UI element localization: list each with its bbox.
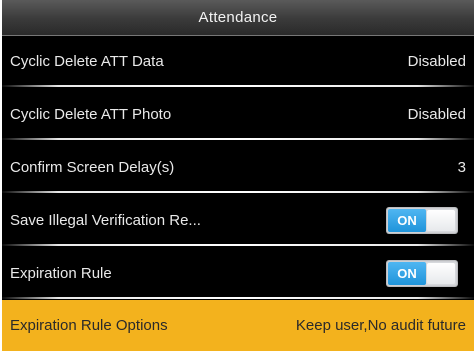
toggle-knob — [427, 209, 455, 231]
page-title: Attendance — [198, 9, 278, 26]
toggle-on-label: ON — [388, 261, 426, 285]
save-illegal-verification-toggle[interactable]: ON — [386, 206, 458, 234]
row-expiration-rule-options[interactable]: Expiration Rule Options Keep user,No aud… — [2, 300, 474, 351]
row-confirm-screen-delay[interactable]: Confirm Screen Delay(s) 3 — [2, 141, 474, 193]
row-cyclic-delete-att-data[interactable]: Cyclic Delete ATT Data Disabled — [2, 35, 474, 87]
row-expiration-rule[interactable]: Expiration Rule ON — [2, 247, 474, 299]
title-bar: Attendance — [2, 0, 474, 36]
row-value: Disabled — [407, 105, 466, 123]
row-save-illegal-verification[interactable]: Save Illegal Verification Re... ON — [2, 194, 474, 246]
row-label: Save Illegal Verification Re... — [10, 211, 201, 229]
row-label: Cyclic Delete ATT Photo — [10, 105, 172, 123]
expiration-rule-toggle[interactable]: ON — [386, 259, 458, 287]
toggle-on-label: ON — [388, 208, 426, 232]
row-label: Expiration Rule — [10, 264, 112, 282]
row-label: Cyclic Delete ATT Data — [10, 52, 164, 70]
row-label: Confirm Screen Delay(s) — [10, 158, 175, 176]
row-cyclic-delete-att-photo[interactable]: Cyclic Delete ATT Photo Disabled — [2, 88, 474, 140]
row-value: 3 — [457, 158, 466, 176]
row-value: Disabled — [407, 52, 466, 70]
row-label: Expiration Rule Options — [10, 317, 168, 334]
attendance-settings-screen: Attendance Cyclic Delete ATT Data Disabl… — [2, 0, 474, 351]
toggle-knob — [427, 262, 455, 284]
row-value: Keep user,No audit future — [295, 317, 466, 334]
